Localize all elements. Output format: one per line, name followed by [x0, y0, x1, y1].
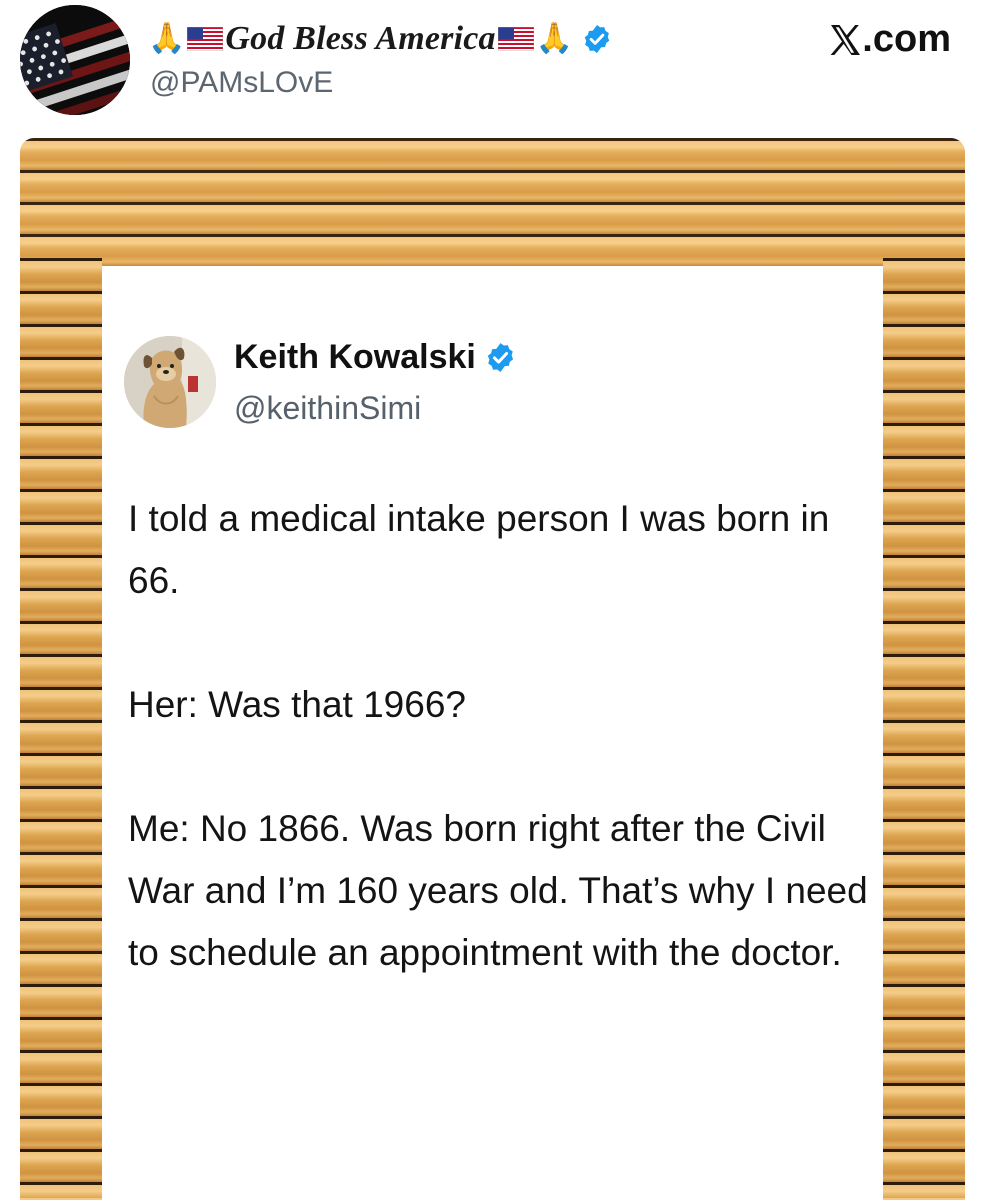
x-logo-icon	[830, 24, 861, 55]
tweet-paragraph: Me: No 1866. Was born right after the Ci…	[128, 808, 868, 973]
verified-badge-icon	[584, 25, 610, 53]
profile-handle[interactable]: @PAMsLOvE	[150, 66, 333, 100]
dog-photo-icon	[124, 336, 216, 428]
wood-border-right	[883, 258, 965, 1198]
wood-plank-icon[interactable]: Keith Kowalski @keithinSimi I told a med…	[20, 138, 965, 1200]
wood-border-left	[20, 258, 102, 1198]
site-label[interactable]: .com	[829, 18, 951, 61]
profile-avatar[interactable]	[20, 5, 130, 115]
post-header: 🙏 God Bless America 🙏 @PAMsLOvE .com	[0, 0, 989, 135]
tweet-text: I told a medical intake person I was bor…	[128, 488, 868, 984]
us-flag-icon	[497, 27, 534, 51]
american-flag-avatar	[20, 5, 130, 115]
tweet-author-name: Keith Kowalski	[234, 338, 476, 376]
embedded-tweet-card: Keith Kowalski @keithinSimi I told a med…	[102, 266, 883, 1200]
tweet-author-row: Keith Kowalski	[234, 338, 517, 377]
us-flag-icon	[187, 27, 224, 51]
display-name: God Bless America	[225, 20, 496, 57]
folded-hands-icon: 🙏	[148, 21, 186, 56]
verified-badge-icon	[487, 343, 513, 372]
tweet-paragraph: I told a medical intake person I was bor…	[128, 498, 830, 601]
tweet-paragraph: Her: Was that 1966?	[128, 684, 466, 725]
tweet-author-handle: @keithinSimi	[234, 390, 422, 426]
site-domain: .com	[862, 18, 951, 60]
folded-hands-icon: 🙏	[535, 21, 574, 56]
dog-avatar	[124, 336, 216, 428]
post-view: 🙏 God Bless America 🙏 @PAMsLOvE .com Kei…	[0, 0, 989, 1200]
display-name-row[interactable]: 🙏 God Bless America 🙏	[148, 14, 613, 64]
